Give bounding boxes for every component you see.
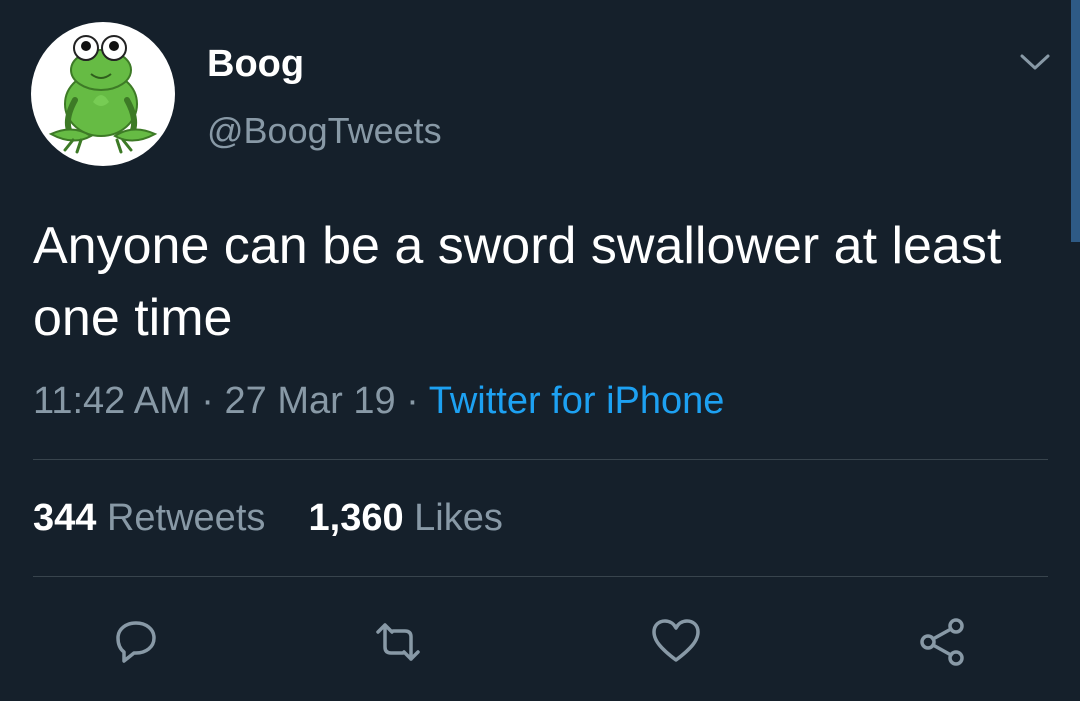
like-button[interactable] [648,614,704,670]
reply-icon [116,621,156,663]
display-name[interactable]: Boog [207,42,304,86]
share-button[interactable] [914,614,970,670]
tweet-stats: 344 Retweets 1,360 Likes [33,495,503,541]
retweet-button[interactable] [370,614,426,670]
retweet-icon [376,623,420,661]
avatar[interactable] [31,22,175,166]
likes-count[interactable]: 1,360 [309,497,404,539]
divider [33,459,1048,460]
likes-label[interactable]: Likes [414,497,503,539]
tweet-source-link[interactable]: Twitter for iPhone [429,380,725,422]
meta-separator: · [406,380,419,422]
retweets-label[interactable]: Retweets [107,497,265,539]
frog-avatar-icon [48,35,158,154]
heart-icon [652,619,700,662]
user-handle[interactable]: @BoogTweets [207,110,442,152]
tweet-menu-button[interactable] [1018,50,1052,74]
tweet-text: Anyone can be a sword swallower at least… [33,217,1002,347]
retweets-count[interactable]: 344 [33,497,96,539]
tweet-time: 11:42 AM [33,380,191,422]
scrollbar[interactable] [1071,0,1080,242]
tweet-meta: 11:42 AM · 27 Mar 19 · Twitter for iPhon… [33,378,724,424]
chevron-down-icon [1020,54,1050,70]
meta-separator: · [201,380,214,422]
reply-button[interactable] [108,614,164,670]
tweet-date: 27 Mar 19 [224,380,396,422]
share-icon [920,618,964,666]
divider [33,576,1048,577]
